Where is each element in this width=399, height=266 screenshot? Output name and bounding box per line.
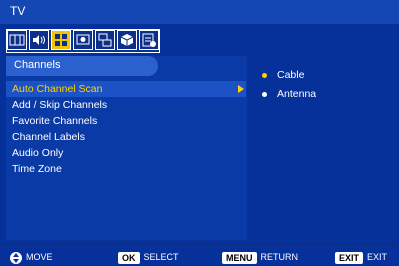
- section-title: Channels: [14, 59, 61, 71]
- exit-hint: EXIT EXIT: [335, 250, 387, 264]
- menu-item-auto-channel-scan[interactable]: Auto Channel Scan: [6, 81, 246, 97]
- move-arrows-icon: [10, 251, 22, 264]
- menu-item-time-zone[interactable]: Time Zone: [6, 161, 246, 177]
- exit-key: EXIT: [335, 251, 364, 264]
- title-bar: TV: [0, 0, 399, 24]
- menu-item-favorite-channels[interactable]: Favorite Channels: [6, 113, 246, 129]
- ok-key: OK: [118, 251, 140, 264]
- window-title: TV: [10, 4, 26, 18]
- lock-icon[interactable]: [117, 30, 137, 50]
- section-header: Channels: [6, 56, 158, 76]
- menu-item-add-skip-channels[interactable]: Add / Skip Channels: [6, 97, 246, 113]
- option-cable[interactable]: Cable: [262, 68, 304, 82]
- menu-item-channel-labels[interactable]: Channel Labels: [6, 129, 246, 145]
- option-antenna[interactable]: Antenna: [262, 87, 316, 101]
- select-hint: OK SELECT: [118, 250, 179, 264]
- selected-radio-icon: [262, 72, 267, 78]
- channel-setup-icon[interactable]: [51, 30, 71, 50]
- radio-icon: [262, 91, 267, 97]
- icon-tab-bar: [6, 29, 160, 53]
- menu-item-audio-only[interactable]: Audio Only: [6, 145, 246, 161]
- return-hint: MENU RETURN: [222, 250, 298, 264]
- screen-icon[interactable]: [73, 30, 93, 50]
- menu-key: MENU: [222, 251, 257, 264]
- audio-icon[interactable]: [29, 30, 49, 50]
- move-hint: MOVE: [10, 250, 53, 264]
- pc-icon[interactable]: [95, 30, 115, 50]
- setup-icon[interactable]: [139, 30, 159, 50]
- picture-icon[interactable]: [7, 30, 27, 50]
- tv-osd-window: TV Channels Auto Channel Scan Add / Skip…: [0, 0, 399, 266]
- submenu-arrow-icon: [238, 85, 244, 93]
- options-panel: [250, 56, 393, 240]
- footer-hints: MOVE OK SELECT MENU RETURN EXIT EXIT: [0, 244, 399, 266]
